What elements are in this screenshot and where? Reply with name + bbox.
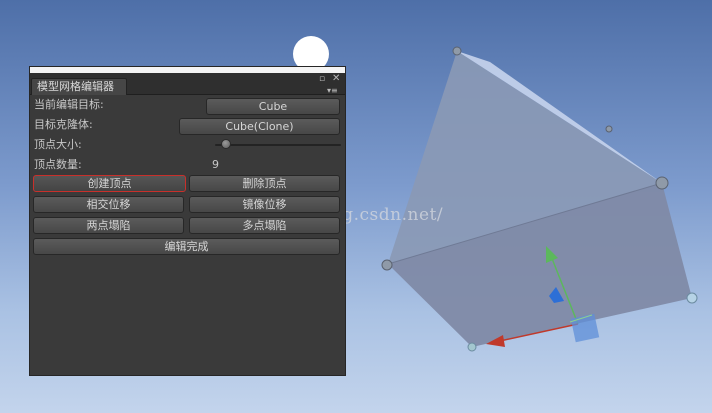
two-point-collapse-button[interactable]: 两点塌陷 <box>33 217 184 234</box>
vertex-size-slider[interactable] <box>215 144 341 146</box>
vertex-handle[interactable] <box>655 176 669 190</box>
target-label: 当前编辑目标: <box>34 98 104 111</box>
gizmo-plane-handle[interactable] <box>570 313 600 343</box>
vertex-handle[interactable] <box>686 292 698 304</box>
clone-object-field[interactable]: Cube(Clone) <box>179 118 340 135</box>
vertex-handle[interactable] <box>452 46 462 56</box>
create-vertex-button[interactable]: 创建顶点 <box>33 175 186 192</box>
window-tab[interactable]: 模型网格编辑器 <box>31 78 127 95</box>
mesh-editor-window[interactable]: 模型网格编辑器 ▫ ✕ ▾≡ 当前编辑目标: Cube 目标克隆体: Cube(… <box>29 66 346 376</box>
target-object-field[interactable]: Cube <box>206 98 340 115</box>
maximize-icon[interactable]: ▫ <box>319 75 325 84</box>
window-tab-bar: 模型网格编辑器 ▫ ✕ ▾≡ <box>30 73 345 95</box>
vertex-count-value: 9 <box>212 158 219 171</box>
intersect-move-button[interactable]: 相交位移 <box>33 196 184 213</box>
vertex-handle[interactable] <box>381 259 393 271</box>
vertex-size-label: 顶点大小: <box>34 138 82 151</box>
clone-label: 目标克隆体: <box>34 118 93 131</box>
multi-point-collapse-button[interactable]: 多点塌陷 <box>189 217 340 234</box>
menu-lines-icon[interactable]: ▾≡ <box>327 86 338 95</box>
delete-vertex-button[interactable]: 删除顶点 <box>189 175 340 192</box>
vertex-size-slider-thumb[interactable] <box>221 139 231 149</box>
edit-done-button[interactable]: 编辑完成 <box>33 238 340 255</box>
close-icon[interactable]: ✕ <box>332 74 340 84</box>
vertex-count-label: 顶点数量: <box>34 158 82 171</box>
mesh-cube[interactable] <box>387 51 692 347</box>
vertex-handle[interactable] <box>605 125 613 133</box>
mirror-move-button[interactable]: 镜像位移 <box>189 196 340 213</box>
vertex-handle[interactable] <box>467 342 477 352</box>
